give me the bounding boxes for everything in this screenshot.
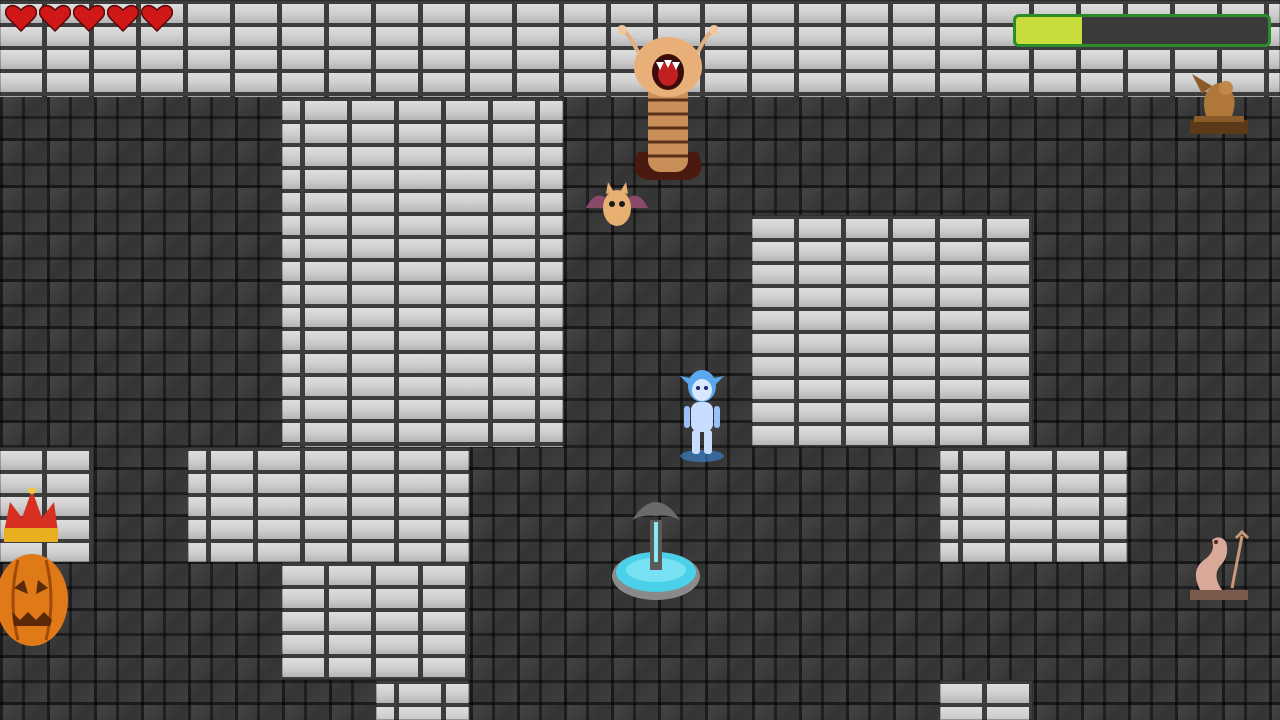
wall-block xyxy=(376,680,469,720)
gargoyle-statue-icon[interactable] xyxy=(1186,68,1252,136)
wall-block xyxy=(282,97,563,447)
stamina-bar-fill xyxy=(1016,17,1082,44)
wall-block xyxy=(752,215,1033,447)
heart-icon xyxy=(141,4,173,32)
heart-icon xyxy=(39,4,71,32)
worm-boss-icon[interactable] xyxy=(618,22,718,182)
bat-icon[interactable] xyxy=(584,178,650,236)
wall-block xyxy=(940,680,1033,720)
stamina-bar xyxy=(1013,14,1271,47)
stamina-bar-track xyxy=(1016,17,1268,44)
wall-block xyxy=(282,562,469,680)
heart-icon xyxy=(5,4,37,32)
heart-icon xyxy=(107,4,139,32)
wall-block xyxy=(940,447,1127,562)
heart-icon xyxy=(73,4,105,32)
sea-serpent-statue-icon[interactable] xyxy=(1186,530,1252,602)
player-ghost-icon[interactable] xyxy=(676,366,728,464)
pumpkin-king-icon[interactable] xyxy=(0,488,72,648)
wall-block xyxy=(188,447,469,562)
game-viewport[interactable] xyxy=(0,0,1280,720)
fountain-icon[interactable] xyxy=(610,490,702,608)
health-hearts xyxy=(5,4,173,32)
